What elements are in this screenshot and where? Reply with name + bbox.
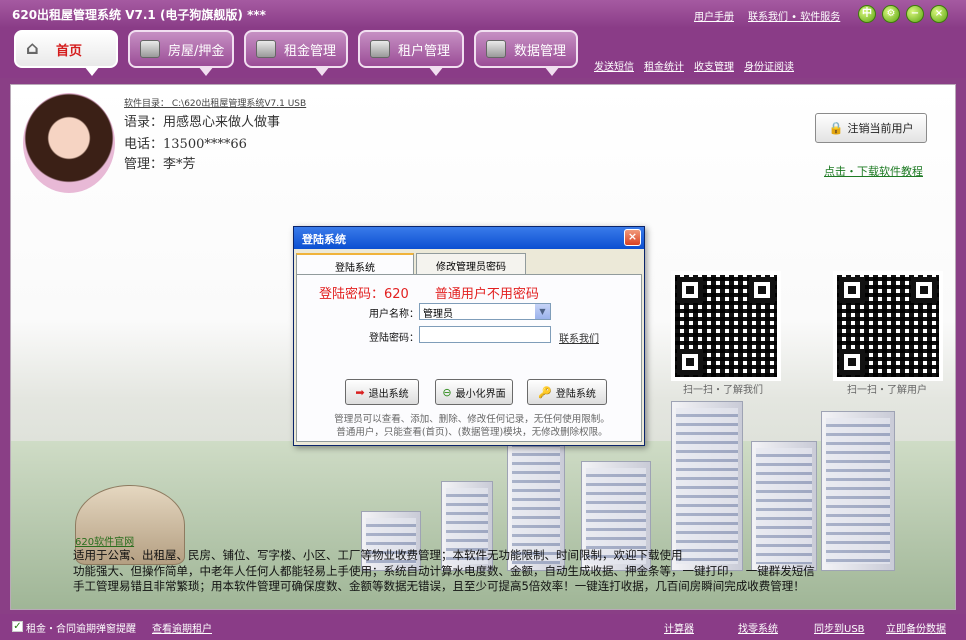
title-bar: 620出租屋管理系统 V7.1 (电子狗旗舰版) *** 用户手册 联系我们 •… [0,0,966,28]
description-line-1: 适用于公寓、出租屋、民房、铺位、写字楼、小区、工厂等物业收费管理；本软件无功能限… [73,548,683,562]
password-hint: 登陆密码：620 普通用户不用密码 [319,287,539,302]
card-icon [256,40,276,58]
tab-tenant-management-label: 租户管理 [398,43,451,59]
logout-button[interactable]: 🔒 注销当前用户 [815,113,927,143]
reminder-checkbox[interactable]: ✓ [12,621,23,632]
disk-icon [486,40,506,58]
sync-usb-link[interactable]: 同步到USB [814,620,865,635]
tab-home-label: 首页 [56,43,83,59]
exit-system-button[interactable]: ➡ 退出系统 [345,379,419,405]
tab-data-management[interactable]: 数据管理 [474,30,578,76]
lock-icon: 🔒 [828,121,844,135]
qr-code-about-users [833,271,943,381]
rent-stats-link[interactable]: 租金统计 [644,58,684,73]
login-dialog: 登陆系统 × 登陆系统 修改管理员密码 登陆密码：620 普通用户不用密码 用户… [293,226,645,446]
window-controls: 中 ⚙ − × [858,5,948,23]
tab-house-deposit-label: 房屋/押金 [168,43,225,59]
income-expense-link[interactable]: 收支管理 [694,58,734,73]
tab-tenant-management[interactable]: 租户管理 [358,30,464,76]
user-manual-link[interactable]: 用户手册 [694,8,734,23]
user-note: 普通用户，只能查看(首页)、(数据管理)模块，无修改删除权限。 [336,427,608,438]
change-system-link[interactable]: 找零系统 [738,620,778,635]
settings-icon[interactable]: ⚙ [882,5,900,23]
exit-system-label: 退出系统 [368,388,409,400]
close-icon[interactable]: × [930,5,948,23]
login-button[interactable]: 🔑 登陆系统 [527,379,607,405]
top-links: 用户手册 联系我们 • 软件服务 [694,8,840,23]
qr-code-about-us [671,271,781,381]
login-form: 登陆密码：620 普通用户不用密码 用户名称： 管理员 ▼ 登陆密码： 联系我们… [296,274,642,442]
password-input[interactable] [419,326,551,343]
motto: 语录：用感恩心来做人做事 [124,115,281,130]
tab-house-deposit[interactable]: 房屋/押金 [128,30,234,76]
avatar [23,93,115,193]
tab-data-management-label: 数据管理 [514,43,567,59]
contact-us-link[interactable]: 联系我们 [559,330,599,345]
app-title: 620出租屋管理系统 V7.1 (电子狗旗舰版) *** [12,8,266,22]
main-nav: ⌂ 首页 房屋/押金 租金管理 租户管理 数据管理 发送短信 租金统计 收支管理… [0,28,966,78]
qr-caption-about-us: 扫一扫・了解我们 [683,385,763,396]
monitor-icon [140,40,160,58]
software-directory: 软件目录： C:\620出租屋管理系统V7.1 USB [124,99,307,109]
tab-login[interactable]: 登陆系统 [296,253,414,275]
minus-circle-icon: ⊖ [442,385,452,399]
download-tutorial-link[interactable]: 点击・下载软件教程 [824,163,923,179]
minimize-interface-button[interactable]: ⊖ 最小化界面 [435,379,513,405]
login-button-label: 登陆系统 [555,388,596,400]
login-dialog-titlebar[interactable]: 登陆系统 × [294,227,644,249]
language-icon[interactable]: 中 [858,5,876,23]
official-website-link[interactable]: 620软件官网 [75,533,134,548]
minimize-icon[interactable]: − [906,5,924,23]
manager: 管理：李*芳 [124,157,196,172]
tab-change-admin-password[interactable]: 修改管理员密码 [416,253,526,275]
arrow-right-icon: ➡ [355,385,365,399]
admin-note: 管理员可以查看、添加、删除、修改任何记录，无任何使用限制。 [334,414,610,425]
tab-home[interactable]: ⌂ 首页 [14,30,118,76]
view-overdue-link[interactable]: 查看逾期租户 [152,620,212,635]
phone: 电话：13500****66 [124,137,247,152]
status-bar: ✓ 租金・合同逾期弹窗提醒 查看逾期租户 计算器 找零系统 同步到USB 立即备… [0,614,966,640]
description-line-2: 功能强大、但操作简单，中老年人任何人都能轻易上手使用；系统自动计算水电度数、金额… [73,564,815,578]
sub-links: 发送短信 租金统计 收支管理 身份证阅读 [594,58,794,73]
home-icon: ⌂ [26,38,39,59]
dialog-close-icon[interactable]: × [624,229,641,246]
user-icon [370,40,390,58]
send-sms-link[interactable]: 发送短信 [594,58,634,73]
chevron-down-icon[interactable]: ▼ [535,304,550,319]
qr-caption-about-users: 扫一扫・了解用户 [847,385,927,396]
login-dialog-tabs: 登陆系统 修改管理员密码 [296,253,528,275]
minimize-interface-label: 最小化界面 [455,388,506,400]
description-line-3: 手工管理易错且非常繁琐；用本软件管理可确保度数、金额等数据无错误，且至少可提高5… [73,579,805,593]
tab-rent-management[interactable]: 租金管理 [244,30,348,76]
calculator-link[interactable]: 计算器 [664,620,694,635]
logout-button-label: 注销当前用户 [847,122,914,135]
reminder-label: 租金・合同逾期弹窗提醒 [26,624,136,635]
key-icon: 🔑 [538,385,552,399]
backup-now-link[interactable]: 立即备份数据 [886,620,946,635]
login-dialog-title: 登陆系统 [302,233,346,246]
contact-service-link[interactable]: 联系我们 • 软件服务 [748,8,840,23]
id-card-reader-link[interactable]: 身份证阅读 [744,58,794,73]
username-value: 管理员 [423,309,453,320]
username-label: 用户名称： [369,309,419,320]
password-label: 登陆密码： [369,333,419,344]
tab-rent-management-label: 租金管理 [284,43,337,59]
username-select[interactable]: 管理员 ▼ [419,303,551,320]
